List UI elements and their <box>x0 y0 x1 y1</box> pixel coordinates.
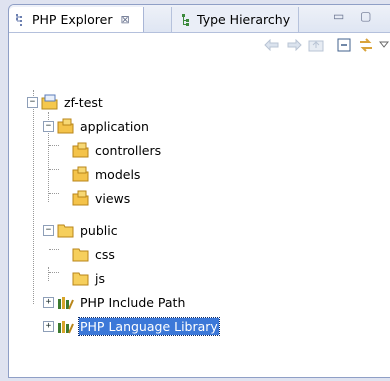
tree-item-zf-test[interactable]: − zf-test <box>27 91 104 113</box>
expand-toggle-icon[interactable]: + <box>43 320 54 332</box>
tree-item-label: zf-test <box>64 94 103 110</box>
tree-item-models[interactable]: models <box>59 163 141 185</box>
tree-item-label: PHP Include Path <box>80 294 186 310</box>
tree-guide <box>49 145 59 146</box>
collapse-toggle-icon[interactable]: − <box>43 120 54 132</box>
php-explorer-icon <box>15 13 29 27</box>
tree-guide <box>49 249 59 250</box>
folder-icon <box>72 270 90 286</box>
expand-toggle-icon[interactable]: + <box>43 296 54 308</box>
tree-guide <box>49 272 59 273</box>
view-tab-bar: PHP Explorer ⊠ Type Hierarchy ▭ ▢ <box>9 5 390 33</box>
tree-item-public[interactable]: − public <box>43 219 119 241</box>
tree-item-php-language-library[interactable]: + PHP Language Library <box>43 315 220 337</box>
tree-guide <box>49 169 59 170</box>
tab-php-explorer-label: PHP Explorer <box>32 12 113 27</box>
tree-item-controllers[interactable]: controllers <box>59 139 162 161</box>
folder-icon <box>57 222 75 238</box>
tree-item-label: views <box>95 190 131 206</box>
forward-arrow-icon[interactable] <box>283 35 305 55</box>
folder-icon <box>72 246 90 262</box>
tree-item-label: PHP Language Library <box>78 316 220 336</box>
up-folder-icon[interactable] <box>305 35 327 55</box>
tree-item-label: controllers <box>95 142 162 158</box>
tree-item-label: css <box>95 246 115 262</box>
source-folder-icon <box>72 190 90 206</box>
tree-guide <box>33 90 34 304</box>
minimize-maximize-buttons[interactable]: ▭ ▢ <box>333 9 378 23</box>
view-menu-chevron-down-icon[interactable] <box>377 35 390 55</box>
tree-item-label: js <box>95 270 105 286</box>
tree-item-label: application <box>80 118 149 134</box>
php-explorer-view: PHP Explorer ⊠ Type Hierarchy ▭ ▢ − zf-t… <box>8 4 390 378</box>
source-folder-icon <box>57 118 75 134</box>
tree-guide <box>48 267 49 281</box>
tree-item-application[interactable]: − application <box>43 115 150 137</box>
library-icon <box>57 294 75 310</box>
library-icon <box>57 318 75 334</box>
link-with-editor-icon[interactable] <box>355 35 377 55</box>
tree-item-js[interactable]: js <box>59 267 106 289</box>
type-hierarchy-icon <box>180 13 194 27</box>
tree-item-css[interactable]: css <box>59 243 116 265</box>
tree-item-views[interactable]: views <box>59 187 131 209</box>
source-folder-icon <box>72 142 90 158</box>
collapse-toggle-icon[interactable]: − <box>43 224 54 236</box>
tree-guide <box>49 193 59 194</box>
tab-type-hierarchy[interactable]: Type Hierarchy <box>171 7 299 32</box>
tab-type-hierarchy-label: Type Hierarchy <box>197 12 291 27</box>
close-icon[interactable]: ⊠ <box>121 13 130 26</box>
collapse-toggle-icon[interactable]: − <box>27 96 38 108</box>
collapse-all-icon[interactable] <box>333 35 355 55</box>
tree-item-label: models <box>95 166 141 182</box>
back-arrow-icon[interactable] <box>261 35 283 55</box>
view-toolbar <box>261 33 390 57</box>
source-folder-icon <box>72 166 90 182</box>
tree-item-label: public <box>80 222 118 238</box>
tab-php-explorer[interactable]: PHP Explorer ⊠ <box>9 7 144 32</box>
tree-item-php-include-path[interactable]: + PHP Include Path <box>43 291 186 313</box>
php-project-icon <box>41 94 59 110</box>
